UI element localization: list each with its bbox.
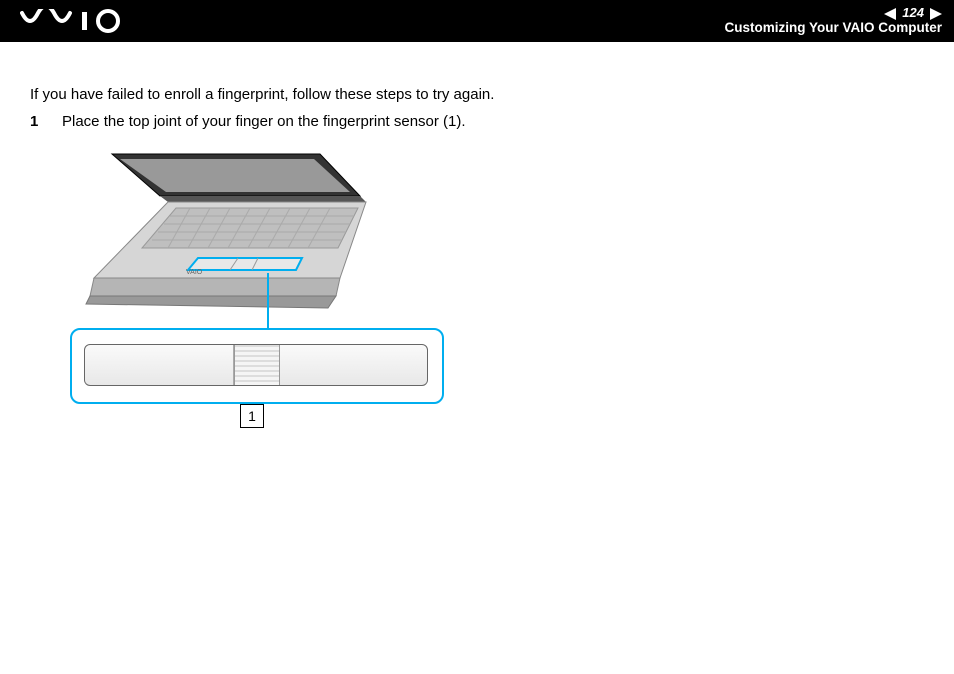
prev-page-arrow-icon[interactable] [884,8,896,20]
page-number: 124 [902,6,924,20]
laptop-illustration-icon: VAIO [70,148,400,323]
intro-text: If you have failed to enroll a fingerpri… [30,86,926,103]
callout-leader-line [267,273,269,328]
fingerprint-sensor [234,345,280,385]
touchpad-buttons-detail [84,344,428,386]
touchpad-left-button [85,345,234,385]
page-header: 124 Customizing Your VAIO Computer [0,0,954,42]
callout-number: 1 [248,408,256,424]
header-right: 124 Customizing Your VAIO Computer [724,6,942,35]
section-title: Customizing Your VAIO Computer [724,21,942,36]
vaio-logo [20,9,130,33]
step-number: 1 [30,113,44,130]
vaio-logo-icon [20,9,130,33]
step-text: Place the top joint of your finger on th… [62,113,926,130]
step-1: 1 Place the top joint of your finger on … [30,113,926,130]
svg-text:VAIO: VAIO [186,269,203,276]
fingerprint-figure: VAIO 1 [70,148,500,438]
touchpad-right-button [280,345,428,385]
callout-number-box: 1 [240,404,264,428]
page-nav: 124 [724,6,942,20]
next-page-arrow-icon[interactable] [930,8,942,20]
page-content: If you have failed to enroll a fingerpri… [0,42,954,438]
